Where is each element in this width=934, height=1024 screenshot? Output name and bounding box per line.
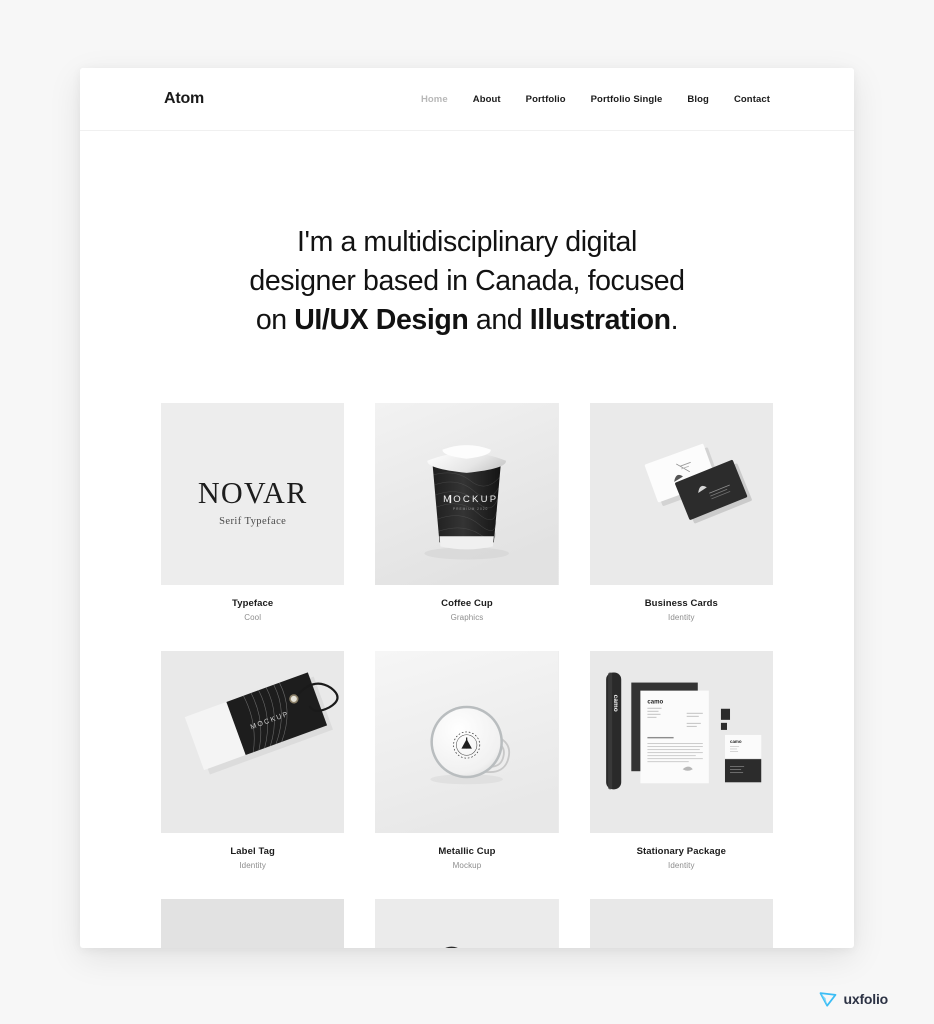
artwork-word-camo-tube: camo (612, 695, 619, 712)
hero-line-3-middle: and (468, 304, 530, 336)
project-subtitle: Identity (239, 861, 266, 870)
hero-line-1: I'm a multidisciplinary digital (297, 226, 637, 258)
artwork-word-novar: NOVAR (198, 476, 308, 510)
project-thumbnail-row3-center[interactable] (375, 899, 559, 948)
site-header: Atom Home About Portfolio Portfolio Sing… (80, 68, 854, 131)
nav-item-portfolio-single[interactable]: Portfolio Single (591, 94, 663, 105)
project-card-label-tag[interactable]: MOCKUP Label Tag Identity (161, 651, 345, 870)
project-caption: Label Tag Identity (161, 833, 344, 870)
project-card-coffee-cup[interactable]: MOCKUP PREMIUM 2020 Coffee Cup Graphics (375, 403, 559, 622)
project-subtitle: Identity (668, 861, 695, 870)
business-cards-artwork (589, 403, 773, 585)
brand-logo[interactable]: Atom (164, 90, 204, 108)
nav-item-home[interactable]: Home (421, 94, 448, 105)
nav-item-blog[interactable]: Blog (687, 94, 709, 105)
project-caption: Stationary Package Identity (590, 833, 773, 870)
project-thumbnail-typeface[interactable]: NOVAR Serif Typeface (161, 403, 345, 585)
page-root: Atom Home About Portfolio Portfolio Sing… (0, 0, 934, 1024)
nav-item-contact[interactable]: Contact (734, 94, 770, 105)
project-subtitle: Cool (244, 613, 262, 622)
stationery-package-artwork: camo camo camo (589, 651, 773, 833)
uxfolio-watermark-label: uxfolio (843, 991, 889, 1007)
project-card-business-cards[interactable]: Business Cards Identity (589, 403, 773, 622)
project-caption: Typeface Cool (161, 585, 344, 622)
project-subtitle: Graphics (450, 613, 484, 622)
project-caption: Metallic Cup Mockup (375, 833, 558, 870)
hero-headline: I'm a multidisciplinary digital designer… (140, 223, 794, 340)
project-thumbnail-stationary-package[interactable]: camo camo camo (589, 651, 773, 833)
artwork-word-camo-letter: camo (647, 700, 663, 706)
hero-line-2: designer based in Canada, focused (249, 265, 685, 297)
label-tag-artwork: MOCKUP (161, 651, 345, 833)
uxfolio-triangle-logo-icon (819, 992, 836, 1007)
hero-emphasis-uiux: UI/UX Design (294, 304, 469, 336)
artwork-caption-premium: PREMIUM 2020 (453, 507, 488, 511)
project-title: Typeface (232, 598, 274, 609)
project-title: Coffee Cup (441, 598, 493, 609)
cut-off-plain-artwork (161, 899, 345, 948)
portfolio-grid: NOVAR Serif Typeface Typeface Cool MOCKU… (80, 403, 854, 948)
artwork-word-camo-card: camo (730, 739, 742, 744)
project-thumbnail-coffee-cup[interactable]: MOCKUP PREMIUM 2020 (375, 403, 559, 585)
project-card-typeface[interactable]: NOVAR Serif Typeface Typeface Cool (161, 403, 345, 622)
project-thumbnail-business-cards[interactable] (589, 403, 773, 585)
site-frame: Atom Home About Portfolio Portfolio Sing… (80, 68, 854, 948)
project-thumbnail-metallic-cup[interactable] (375, 651, 559, 833)
uxfolio-watermark[interactable]: uxfolio (818, 989, 888, 1009)
nav-item-portfolio[interactable]: Portfolio (526, 94, 566, 105)
hero-section: I'm a multidisciplinary digital designer… (80, 131, 854, 340)
project-card-stationary-package[interactable]: camo camo camo Stationary Package Identi… (589, 651, 773, 870)
project-caption: Coffee Cup Graphics (375, 585, 558, 622)
project-subtitle: Mockup (452, 861, 482, 870)
metallic-cup-artwork (375, 651, 559, 833)
hero-line-3-suffix: . (670, 304, 679, 336)
project-title: Business Cards (644, 598, 718, 609)
project-title: Metallic Cup (438, 846, 496, 857)
nav-item-about[interactable]: About (473, 94, 501, 105)
project-subtitle: Identity (668, 613, 695, 622)
project-thumbnail-row3-left[interactable] (161, 899, 345, 948)
hero-emphasis-illustration: Illustration (529, 304, 671, 336)
hero-line-3-prefix: on (255, 304, 295, 336)
project-thumbnail-row3-right[interactable] (589, 899, 773, 948)
project-card-metallic-cup[interactable]: Metallic Cup Mockup (375, 651, 559, 870)
project-caption: Business Cards Identity (590, 585, 773, 622)
artwork-word-mockup: MOCKUP (443, 494, 498, 505)
project-title: Label Tag (230, 846, 275, 857)
project-card-row3-right[interactable] (589, 899, 773, 948)
cut-off-plain-artwork (589, 899, 773, 948)
cut-off-dark-object-artwork (375, 899, 559, 948)
project-card-row3-center[interactable] (375, 899, 559, 948)
project-title: Stationary Package (636, 846, 727, 857)
coffee-cup-artwork: MOCKUP PREMIUM 2020 (375, 403, 559, 585)
artwork-caption-serif-typeface: Serif Typeface (219, 516, 286, 527)
project-card-row3-left[interactable] (161, 899, 345, 948)
novar-typeface-artwork: NOVAR Serif Typeface (161, 403, 345, 585)
project-thumbnail-label-tag[interactable]: MOCKUP (161, 651, 345, 833)
main-navigation: Home About Portfolio Portfolio Single Bl… (421, 94, 770, 105)
